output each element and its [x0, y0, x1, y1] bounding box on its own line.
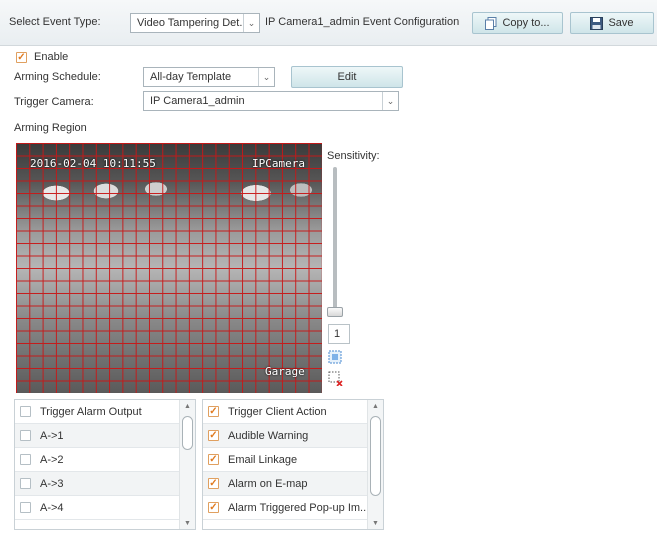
event-type-label: Select Event Type: — [9, 16, 101, 28]
scroll-up-icon[interactable]: ▲ — [368, 400, 383, 412]
alarm-output-checkbox[interactable] — [20, 454, 31, 465]
copy-to-label: Copy to... — [502, 17, 550, 29]
chevron-down-icon[interactable]: ⌄ — [382, 92, 398, 110]
list-item[interactable]: A->2 — [15, 448, 195, 472]
edit-label: Edit — [337, 71, 357, 83]
client-action-scrollbar[interactable]: ▲ ▼ — [367, 400, 383, 529]
save-button[interactable]: Save — [570, 12, 654, 34]
alarm-output-list: Trigger Alarm Output A->1 A->2 A->3 A->4… — [14, 399, 196, 530]
arming-schedule-select[interactable]: All-day Template ⌄ — [143, 67, 275, 87]
config-title: IP Camera1_admin Event Configuration — [265, 16, 460, 28]
list-item[interactable]: Alarm on E-map — [203, 472, 383, 496]
save-label: Save — [608, 17, 634, 29]
trigger-camera-select[interactable]: IP Camera1_admin ⌄ — [143, 91, 399, 111]
list-item[interactable]: Audible Warning — [203, 424, 383, 448]
sensitivity-value-field[interactable]: 1 — [328, 324, 350, 344]
sensitivity-value: 1 — [334, 328, 341, 340]
fullscreen-icon[interactable] — [328, 350, 342, 364]
list-item-alarm-output-header[interactable]: Trigger Alarm Output — [15, 400, 195, 424]
client-action-list: Trigger Client Action Audible Warning Em… — [202, 399, 384, 530]
copy-icon — [485, 16, 497, 30]
list-item[interactable]: Alarm Triggered Pop-up Im... — [203, 496, 383, 520]
client-action-checkbox[interactable] — [208, 430, 219, 441]
sensitivity-slider-handle[interactable] — [327, 307, 343, 317]
list-item-label: Email Linkage — [228, 453, 298, 466]
trigger-camera-label: Trigger Camera: — [14, 96, 94, 108]
alarm-output-checkbox[interactable] — [20, 406, 31, 417]
arming-region-grid[interactable] — [16, 143, 322, 393]
arming-region-label: Arming Region — [14, 122, 87, 134]
copy-to-button[interactable]: Copy to... — [472, 12, 563, 34]
list-item-label: Alarm Triggered Pop-up Im... — [228, 501, 370, 514]
scroll-up-icon[interactable]: ▲ — [180, 400, 195, 412]
video-timestamp: 2016-02-04 10:11:55 — [30, 157, 156, 170]
scrollbar-thumb[interactable] — [182, 416, 193, 450]
alarm-output-scrollbar[interactable]: ▲ ▼ — [179, 400, 195, 529]
arming-schedule-value: All-day Template — [150, 71, 232, 83]
scrollbar-thumb[interactable] — [370, 416, 381, 496]
list-item-label: A->4 — [40, 501, 64, 514]
enable-checkbox[interactable] — [16, 52, 27, 63]
alarm-output-checkbox[interactable] — [20, 502, 31, 513]
event-type-value: Video Tampering Det... — [137, 17, 249, 29]
alarm-output-checkbox[interactable] — [20, 478, 31, 489]
scroll-down-icon[interactable]: ▼ — [180, 517, 195, 529]
chevron-down-icon[interactable]: ⌄ — [258, 68, 274, 86]
video-location: Garage — [265, 365, 305, 378]
client-action-checkbox[interactable] — [208, 454, 219, 465]
list-item-label: A->3 — [40, 477, 64, 490]
list-item-label: Audible Warning — [228, 429, 309, 442]
list-item[interactable]: A->3 — [15, 472, 195, 496]
list-item[interactable]: Email Linkage — [203, 448, 383, 472]
scroll-down-icon[interactable]: ▼ — [368, 517, 383, 529]
list-item-label: A->2 — [40, 453, 64, 466]
clear-region-icon[interactable] — [328, 371, 343, 386]
alarm-output-checkbox[interactable] — [20, 430, 31, 441]
list-item-label: Trigger Client Action — [228, 405, 327, 418]
list-item-label: A->1 — [40, 429, 64, 442]
save-icon — [590, 16, 604, 30]
client-action-checkbox[interactable] — [208, 406, 219, 417]
trigger-camera-value: IP Camera1_admin — [150, 95, 245, 107]
video-camera-name: IPCamera — [252, 157, 305, 170]
list-item-label: Trigger Alarm Output — [40, 405, 142, 418]
arming-schedule-label: Arming Schedule: — [14, 71, 101, 83]
list-item-client-action-header[interactable]: Trigger Client Action — [203, 400, 383, 424]
chevron-down-icon[interactable]: ⌄ — [243, 14, 259, 32]
arming-region-video[interactable]: 2016-02-04 10:11:55 IPCamera Garage — [16, 143, 322, 393]
sensitivity-label: Sensitivity: — [327, 150, 380, 162]
list-item[interactable]: A->1 — [15, 424, 195, 448]
event-type-select[interactable]: Video Tampering Det... ⌄ — [130, 13, 260, 33]
client-action-checkbox[interactable] — [208, 502, 219, 513]
list-item-label: Alarm on E-map — [228, 477, 308, 490]
edit-button[interactable]: Edit — [291, 66, 403, 88]
enable-label: Enable — [34, 51, 69, 63]
client-action-checkbox[interactable] — [208, 478, 219, 489]
sensitivity-slider-track[interactable] — [333, 167, 337, 315]
list-item[interactable]: A->4 — [15, 496, 195, 520]
